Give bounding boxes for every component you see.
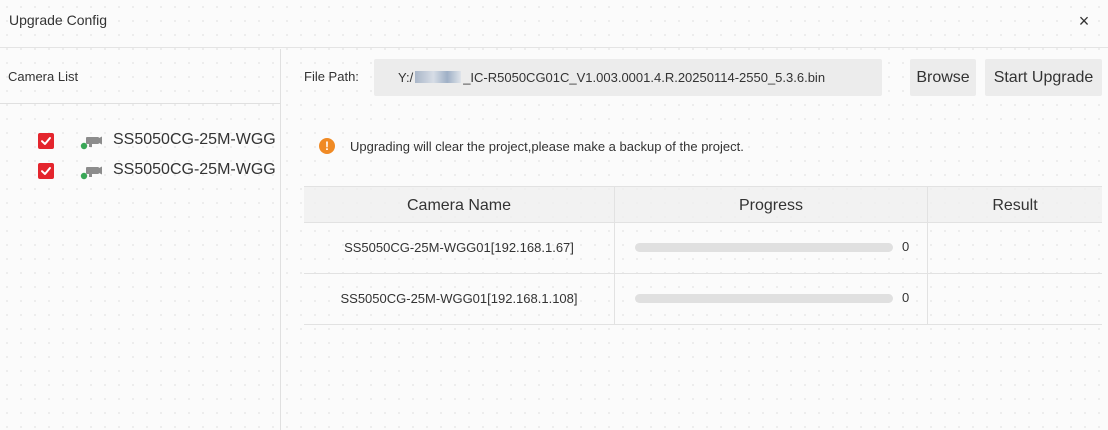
table-row[interactable]: SS5050CG-25M-WGG01[192.168.1.67] 0: [304, 223, 1102, 274]
progress-bar: [635, 243, 893, 252]
camera-label: SS5050CG-25M-WGG: [113, 131, 276, 148]
camera-list-item[interactable]: SS5050CG-25M-WGG: [0, 128, 280, 156]
table-header: Camera Name Progress Result: [304, 186, 1102, 224]
checkmark-icon: [41, 167, 51, 175]
camera-checkbox[interactable]: [38, 163, 54, 179]
camera-name-cell: SS5050CG-25M-WGG01[192.168.1.108]: [340, 291, 578, 306]
start-upgrade-button[interactable]: Start Upgrade: [985, 59, 1102, 96]
dialog-title: Upgrade Config: [9, 12, 108, 28]
file-path-label: File Path:: [304, 69, 359, 84]
column-header-result: Result: [927, 187, 1102, 224]
progress-value: 0: [902, 239, 910, 254]
camera-icon: [80, 166, 102, 180]
checkmark-icon: [41, 137, 51, 145]
column-header-progress: Progress: [614, 187, 927, 224]
upgrade-table: Camera Name Progress Result SS5050CG-25M…: [304, 186, 1102, 326]
close-icon[interactable]: ×: [1072, 9, 1096, 33]
progress-value: 0: [902, 290, 910, 305]
camera-list-panel: Camera List SS5050CG-25M-WGG SS5050CG-25…: [0, 49, 281, 430]
camera-label: SS5050CG-25M-WGG: [113, 161, 276, 178]
file-path-prefix: Y:/: [398, 70, 414, 85]
camera-checkbox[interactable]: [38, 133, 54, 149]
camera-icon: [80, 136, 102, 150]
redacted-path-segment: [415, 71, 462, 83]
warning-icon: !: [319, 138, 335, 154]
file-path-suffix: _IC-R5050CG01C_V1.003.0001.4.R.20250114-…: [463, 70, 826, 85]
camera-name-cell: SS5050CG-25M-WGG01[192.168.1.67]: [344, 240, 574, 255]
file-path-field[interactable]: Y:/ _IC-R5050CG01C_V1.003.0001.4.R.202501…: [374, 59, 882, 96]
progress-cell: 0: [614, 223, 927, 273]
title-bar: Upgrade Config ×: [0, 0, 1108, 48]
camera-list-header: Camera List: [0, 49, 280, 104]
camera-list: SS5050CG-25M-WGG SS5050CG-25M-WGG: [0, 104, 280, 186]
table-row[interactable]: SS5050CG-25M-WGG01[192.168.1.108] 0: [304, 274, 1102, 325]
result-cell: [927, 274, 1102, 324]
progress-bar: [635, 294, 893, 303]
result-cell: [927, 223, 1102, 273]
browse-button[interactable]: Browse: [910, 59, 976, 96]
upgrade-panel: File Path: Y:/ _IC-R5050CG01C_V1.003.0001…: [282, 49, 1108, 430]
progress-cell: 0: [614, 274, 927, 324]
camera-list-item[interactable]: SS5050CG-25M-WGG: [0, 158, 280, 186]
column-header-camera-name: Camera Name: [406, 197, 512, 214]
warning-text: Upgrading will clear the project,please …: [350, 139, 744, 154]
